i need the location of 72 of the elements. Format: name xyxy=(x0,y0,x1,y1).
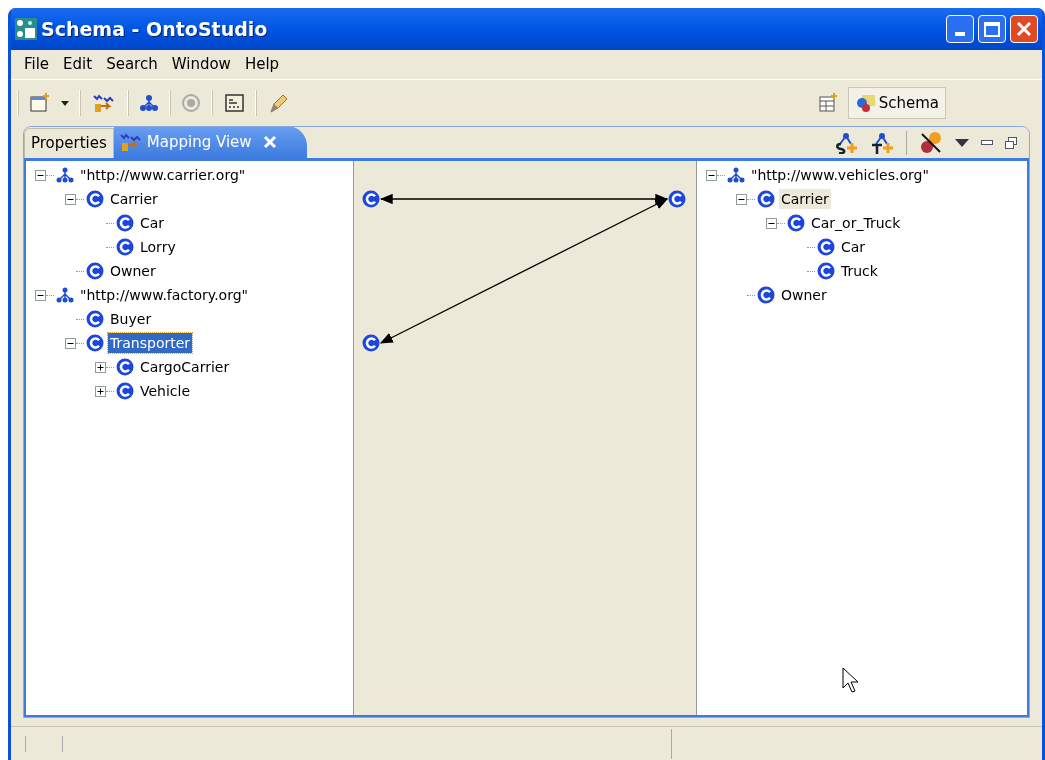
class-icon xyxy=(86,310,104,328)
restore-view-icon[interactable] xyxy=(1005,136,1017,149)
mouse-pointer-icon xyxy=(842,667,860,693)
menu-item[interactable]: Window xyxy=(164,53,238,76)
class-icon xyxy=(817,262,835,280)
run-icon xyxy=(181,93,201,113)
schema-icon xyxy=(854,93,877,113)
class-icon xyxy=(757,286,775,304)
new-file-icon[interactable] xyxy=(29,92,51,114)
tree-item[interactable]: Buyer xyxy=(108,309,154,329)
dropdown-caret-icon[interactable] xyxy=(61,100,69,106)
pen-icon[interactable] xyxy=(267,92,289,114)
tree-item[interactable]: "http://www.factory.org" xyxy=(78,285,250,305)
tree-item[interactable]: Owner xyxy=(779,285,829,305)
minimize-view-icon[interactable] xyxy=(981,140,993,145)
collapse-icon[interactable] xyxy=(64,337,76,349)
menu-item[interactable]: Help xyxy=(237,53,287,76)
tree-item[interactable]: Transporter xyxy=(108,333,193,353)
ontology-icon xyxy=(727,167,745,183)
perspective-button[interactable]: Schema xyxy=(847,87,946,119)
collapse-icon[interactable] xyxy=(64,193,76,205)
tree-item[interactable]: Truck xyxy=(839,261,880,281)
collapse-icon[interactable] xyxy=(34,289,46,301)
menu-item[interactable]: Edit xyxy=(56,53,100,76)
class-icon xyxy=(757,190,775,208)
tree-item[interactable]: Lorry xyxy=(138,237,178,257)
minimize-icon xyxy=(955,32,965,36)
tree-item[interactable]: "http://www.carrier.org" xyxy=(78,165,248,185)
class-icon xyxy=(86,190,104,208)
tree-item[interactable]: Carrier xyxy=(779,189,831,209)
tree-item[interactable]: CargoCarrier xyxy=(138,357,232,377)
expand-icon[interactable] xyxy=(94,385,106,397)
close-icon[interactable] xyxy=(262,135,277,149)
remove-rule-icon[interactable] xyxy=(919,130,943,155)
expand-icon[interactable] xyxy=(94,361,106,373)
collapse-icon[interactable] xyxy=(34,169,46,181)
collapse-icon[interactable] xyxy=(765,217,777,229)
tree-item[interactable]: Carrier xyxy=(108,189,160,209)
class-icon xyxy=(116,238,134,256)
view-menu-caret-icon[interactable] xyxy=(955,138,969,147)
close-button[interactable] xyxy=(1010,15,1038,43)
tree-item[interactable]: "http://www.vehicles.org" xyxy=(749,165,931,185)
ontology-icon xyxy=(56,287,74,303)
tree-item[interactable]: Car xyxy=(839,237,868,257)
app-icon xyxy=(15,18,37,40)
ontology-icon xyxy=(56,167,74,183)
add-source-icon[interactable] xyxy=(834,131,858,154)
add-target-icon[interactable] xyxy=(870,131,894,154)
minimize-button[interactable] xyxy=(946,15,974,43)
class-icon xyxy=(86,262,104,280)
class-icon xyxy=(817,238,835,256)
class-icon xyxy=(86,334,104,352)
tree-item[interactable]: Owner xyxy=(108,261,158,281)
open-perspective-icon[interactable] xyxy=(817,93,838,113)
class-icon xyxy=(116,382,134,400)
window-title: Schema - OntoStudio xyxy=(41,16,269,42)
hierarchy-icon[interactable] xyxy=(139,94,159,112)
class-icon xyxy=(116,214,134,232)
collapse-icon[interactable] xyxy=(705,169,717,181)
close-icon xyxy=(1016,21,1032,37)
collapse-icon[interactable] xyxy=(735,193,747,205)
menu-item[interactable]: Search xyxy=(99,53,165,76)
tree-item[interactable]: Car_or_Truck xyxy=(809,213,903,233)
menu-item[interactable]: File xyxy=(17,53,57,76)
view-tab[interactable]: Properties xyxy=(24,128,114,158)
document-icon[interactable] xyxy=(223,92,245,114)
tree-item[interactable]: Vehicle xyxy=(138,381,193,401)
maximize-icon xyxy=(984,21,1000,37)
maximize-button[interactable] xyxy=(978,15,1006,43)
class-icon xyxy=(116,358,134,376)
tree-item[interactable]: Car xyxy=(138,213,167,233)
class-icon xyxy=(787,214,805,232)
